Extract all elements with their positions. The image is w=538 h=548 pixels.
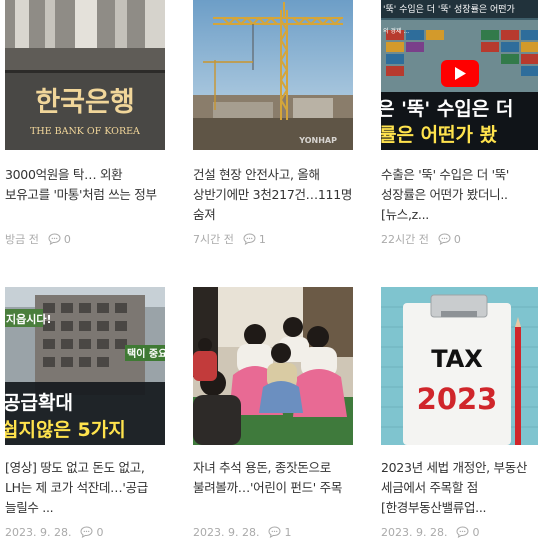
article-thumbnail[interactable]: TAX 2023 bbox=[381, 287, 538, 445]
article-card[interactable]: 한국은행 THE BANK OF KOREA 3000억원을 탁… 외환 보유고… bbox=[5, 0, 165, 247]
article-time: 방금 전 bbox=[5, 233, 39, 246]
thumb-headline-line1: 공급확대 bbox=[5, 391, 73, 414]
article-meta: 2023. 9. 28. 1 bbox=[193, 524, 353, 540]
article-card[interactable]: 지읍시다! 택이 중요 공급확대 쉽지않은 5가지 [영상] 땅도 없고 돈도 … bbox=[5, 287, 165, 540]
comment-count[interactable]: 1 bbox=[243, 233, 266, 246]
thumb-headline-line2: 률은 어떤가 봤 bbox=[381, 124, 498, 146]
thumb-headline-line2: 쉽지않은 5가지 bbox=[5, 419, 126, 441]
thumb-mini-caption: 의 경제 ... bbox=[383, 27, 409, 35]
thumb-tax-word: TAX bbox=[431, 345, 483, 373]
comment-count[interactable]: 0 bbox=[456, 526, 479, 539]
article-thumbnail[interactable]: 한국은행 THE BANK OF KOREA bbox=[5, 0, 165, 150]
comment-icon bbox=[456, 526, 469, 538]
article-time: 2023. 9. 28. bbox=[5, 525, 72, 539]
article-time: 2023. 9. 28. bbox=[193, 525, 260, 539]
comment-icon bbox=[48, 233, 61, 245]
article-time: 2023. 9. 28. bbox=[381, 525, 448, 539]
article-title[interactable]: [영상] 땅도 없고 돈도 없고, LH는 제 코가 석잔데…'공급 늘릴수 .… bbox=[5, 458, 165, 518]
article-card[interactable]: '뚝' 수입은 더 '뚝' 성장률은 어떤가 의 경제 ... 은 '뚝' 수입… bbox=[381, 0, 538, 247]
article-title[interactable]: 수출은 '뚝' 수입은 더 '뚝' 성장률은 어떤가 봤더니.. [뉴스,z..… bbox=[381, 165, 538, 225]
thumb-sign-text: 한국은행 bbox=[35, 87, 134, 118]
article-title[interactable]: 2023년 세법 개정안, 부동산 세금에서 주목할 점 [한경부동산밸류업..… bbox=[381, 458, 538, 518]
article-time: 22시간 전 bbox=[381, 233, 429, 246]
thumb-sign-subtext: THE BANK OF KOREA bbox=[30, 126, 140, 137]
article-thumbnail[interactable]: YONHAP bbox=[193, 0, 353, 150]
article-thumbnail[interactable]: 지읍시다! 택이 중요 공급확대 쉽지않은 5가지 bbox=[5, 287, 165, 445]
thumb-top-caption: '뚝' 수입은 더 '뚝' 성장률은 어떤가 bbox=[383, 3, 515, 15]
comment-count[interactable]: 0 bbox=[48, 233, 71, 246]
article-thumbnail[interactable]: '뚝' 수입은 더 '뚝' 성장률은 어떤가 의 경제 ... 은 '뚝' 수입… bbox=[381, 0, 538, 150]
thumb-sign-left: 지읍시다! bbox=[6, 312, 52, 326]
thumb-watermark: YONHAP bbox=[298, 136, 337, 145]
article-card[interactable]: TAX 2023 2023년 세법 개정안, 부동산 세금에서 주목할 점 [한… bbox=[381, 287, 538, 540]
article-time: 7시간 전 bbox=[193, 233, 234, 246]
article-card[interactable]: YONHAP 건설 현장 안전사고, 올해 상반기에만 3천217건…111명 … bbox=[193, 0, 353, 247]
article-meta: 7시간 전 1 bbox=[193, 231, 353, 247]
article-card[interactable]: 자녀 추석 용돈, 종잣돈으로 불려볼까…'어린이 펀드' 주목 2023. 9… bbox=[193, 287, 353, 540]
article-meta: 2023. 9. 28. 0 bbox=[5, 524, 165, 540]
article-meta: 방금 전 0 bbox=[5, 231, 165, 247]
comment-icon bbox=[268, 526, 281, 538]
comment-count[interactable]: 0 bbox=[438, 233, 461, 246]
article-title[interactable]: 자녀 추석 용돈, 종잣돈으로 불려볼까…'어린이 펀드' 주목 bbox=[193, 458, 353, 518]
thumb-headline-line1: 은 '뚝' 수입은 더 bbox=[381, 98, 513, 120]
comment-count[interactable]: 1 bbox=[268, 526, 291, 539]
comment-icon bbox=[438, 233, 451, 245]
thumb-sign-right: 택이 중요 bbox=[127, 347, 165, 360]
comment-icon bbox=[243, 233, 256, 245]
article-meta: 2023. 9. 28. 0 bbox=[381, 524, 538, 540]
article-title[interactable]: 3000억원을 탁… 외환 보유고를 '마통'처럼 쓰는 정부 bbox=[5, 165, 165, 225]
article-title[interactable]: 건설 현장 안전사고, 올해 상반기에만 3천217건…111명 숨져 bbox=[193, 165, 353, 225]
thumb-tax-year: 2023 bbox=[417, 382, 498, 416]
comment-count[interactable]: 0 bbox=[80, 526, 103, 539]
article-thumbnail[interactable] bbox=[193, 287, 353, 445]
article-meta: 22시간 전 0 bbox=[381, 231, 538, 247]
comment-icon bbox=[80, 526, 93, 538]
